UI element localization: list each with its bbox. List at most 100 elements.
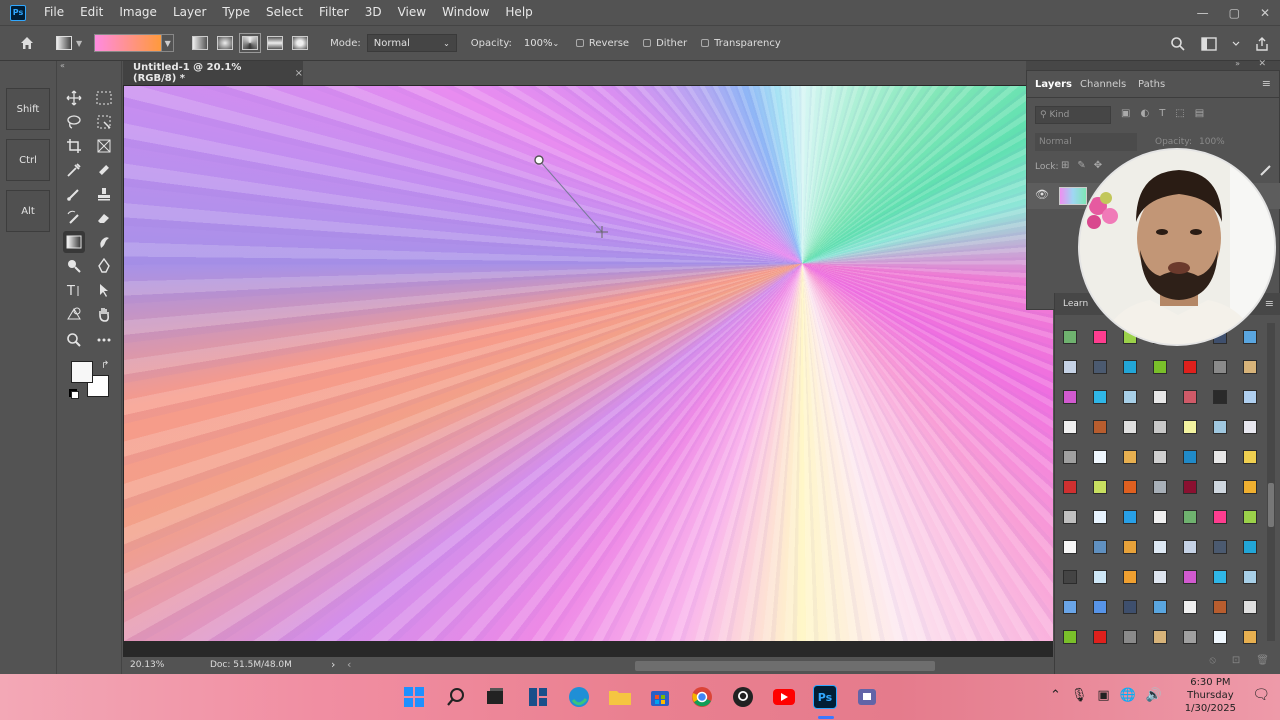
maximize-button[interactable]: ▢ <box>1229 6 1240 20</box>
reflected-gradient-button[interactable] <box>267 36 284 50</box>
color-swatch[interactable] <box>1243 600 1257 614</box>
dither-checkbox[interactable]: Dither <box>643 38 687 49</box>
swatch-scrollbar[interactable] <box>1267 323 1275 641</box>
healing-brush-tool[interactable] <box>93 159 115 181</box>
close-panel-icon[interactable]: ✕ <box>1258 59 1266 69</box>
volume-icon[interactable]: 🔊 <box>1146 688 1162 703</box>
alt-key-button[interactable]: Alt <box>6 190 50 232</box>
scroll-left-arrow[interactable]: ‹ <box>347 658 351 671</box>
close-window-button[interactable]: ✕ <box>1260 6 1270 20</box>
gradient-tool-preset-icon[interactable] <box>56 36 72 50</box>
taskbar-clock[interactable]: 6:30 PM Thursday 1/30/2025 <box>1185 676 1236 715</box>
history-brush-tool[interactable] <box>63 207 85 229</box>
color-swatch[interactable] <box>1093 360 1107 374</box>
trash-icon[interactable]: 🗑 <box>1256 655 1269 666</box>
notifications-icon[interactable]: 🗨 <box>1252 687 1270 703</box>
shape-filter-icon[interactable]: ⬚ <box>1175 108 1184 119</box>
eyedropper-tool[interactable] <box>63 159 85 181</box>
microphone-icon[interactable]: 🎙 <box>1071 688 1088 703</box>
menu-3d[interactable]: 3D <box>357 0 390 25</box>
opacity-input[interactable]: 100% ⌄ <box>518 34 562 52</box>
lock-pixels-icon[interactable]: ✎ <box>1077 160 1085 171</box>
shift-key-button[interactable]: Shift <box>6 88 50 130</box>
color-swatch[interactable] <box>1153 390 1167 404</box>
gradient-tool[interactable] <box>63 231 85 253</box>
pen-tool[interactable] <box>93 255 115 277</box>
color-swatch[interactable] <box>1123 600 1137 614</box>
clone-stamp-tool[interactable] <box>93 183 115 205</box>
search-icon[interactable] <box>1170 36 1186 52</box>
tab-paths[interactable]: Paths <box>1138 79 1165 90</box>
chevron-up-icon[interactable]: ⌃ <box>1050 688 1061 703</box>
horizontal-scrollbar[interactable] <box>635 661 935 671</box>
brush-tool[interactable] <box>63 183 85 205</box>
color-swatch[interactable] <box>1153 570 1167 584</box>
color-swatch[interactable] <box>1093 510 1107 524</box>
color-swatch[interactable] <box>1063 330 1077 344</box>
color-swatch[interactable] <box>1093 330 1107 344</box>
color-swatch[interactable] <box>1063 510 1077 524</box>
color-swatch[interactable] <box>1093 570 1107 584</box>
color-swatch[interactable] <box>1183 510 1197 524</box>
home-button[interactable] <box>14 30 40 56</box>
color-swatch[interactable] <box>1243 570 1257 584</box>
globe-icon[interactable]: 🌐 <box>1120 688 1136 703</box>
visibility-eye-icon[interactable]: 👁 <box>1035 188 1049 201</box>
blend-mode-select[interactable]: Normal <box>1035 133 1137 151</box>
color-swatch[interactable] <box>1063 390 1077 404</box>
transparency-checkbox[interactable]: Transparency <box>701 38 781 49</box>
color-swatch[interactable] <box>1183 420 1197 434</box>
color-swatch[interactable] <box>1063 480 1077 494</box>
type-filter-icon[interactable]: T <box>1159 108 1165 119</box>
default-colors-icon[interactable] <box>71 391 79 399</box>
path-selection-tool[interactable] <box>93 279 115 301</box>
color-swatch[interactable] <box>1153 540 1167 554</box>
color-swatch[interactable] <box>1153 510 1167 524</box>
color-swatch[interactable] <box>1153 600 1167 614</box>
color-swatch[interactable] <box>1123 540 1137 554</box>
menu-help[interactable]: Help <box>497 0 540 25</box>
menu-file[interactable]: File <box>36 0 72 25</box>
color-swatch[interactable] <box>1243 360 1257 374</box>
color-swatch[interactable] <box>1213 360 1227 374</box>
crop-tool[interactable] <box>63 135 85 157</box>
start-button[interactable] <box>402 685 426 709</box>
color-swatch[interactable] <box>1093 390 1107 404</box>
color-swatch[interactable] <box>1183 570 1197 584</box>
color-swatch[interactable] <box>1063 600 1077 614</box>
youtube-button[interactable] <box>772 685 796 709</box>
color-swatch[interactable] <box>1183 630 1197 644</box>
edge-browser-button[interactable] <box>567 685 591 709</box>
color-swatch[interactable] <box>1093 630 1107 644</box>
move-tool[interactable] <box>63 87 85 109</box>
file-explorer-button[interactable] <box>608 685 632 709</box>
color-swatch[interactable] <box>1123 420 1137 434</box>
no-icon[interactable]: ⦸ <box>1209 655 1216 666</box>
color-swatch[interactable] <box>1093 420 1107 434</box>
more-tools-button[interactable] <box>93 329 115 351</box>
chevron-down-icon[interactable]: ▼ <box>76 39 82 48</box>
chrome-button[interactable] <box>690 685 714 709</box>
tab-layers[interactable]: Layers <box>1035 79 1072 90</box>
color-swatch[interactable] <box>1063 360 1077 374</box>
github-button[interactable] <box>731 685 755 709</box>
color-swatch[interactable] <box>1123 480 1137 494</box>
color-swatch[interactable] <box>1183 600 1197 614</box>
learn-panel-title[interactable]: Learn <box>1063 299 1088 309</box>
color-swatch[interactable] <box>1183 480 1197 494</box>
shape-tool[interactable] <box>63 303 85 325</box>
close-document-button[interactable]: × <box>295 68 303 79</box>
color-swatch[interactable] <box>1123 510 1137 524</box>
menu-layer[interactable]: Layer <box>165 0 214 25</box>
lock-transparent-icon[interactable]: ⊞ <box>1061 160 1069 171</box>
foreground-color-swatch[interactable] <box>71 361 93 383</box>
reverse-checkbox[interactable]: Reverse <box>575 38 629 49</box>
color-swatch[interactable] <box>1153 630 1167 644</box>
linear-gradient-button[interactable] <box>192 36 209 50</box>
color-swatch[interactable] <box>1093 600 1107 614</box>
task-view-button[interactable] <box>483 685 507 709</box>
search-taskbar-button[interactable] <box>444 685 468 709</box>
color-swatch[interactable] <box>1243 480 1257 494</box>
color-swatch[interactable] <box>1243 450 1257 464</box>
color-swatch[interactable] <box>1213 510 1227 524</box>
